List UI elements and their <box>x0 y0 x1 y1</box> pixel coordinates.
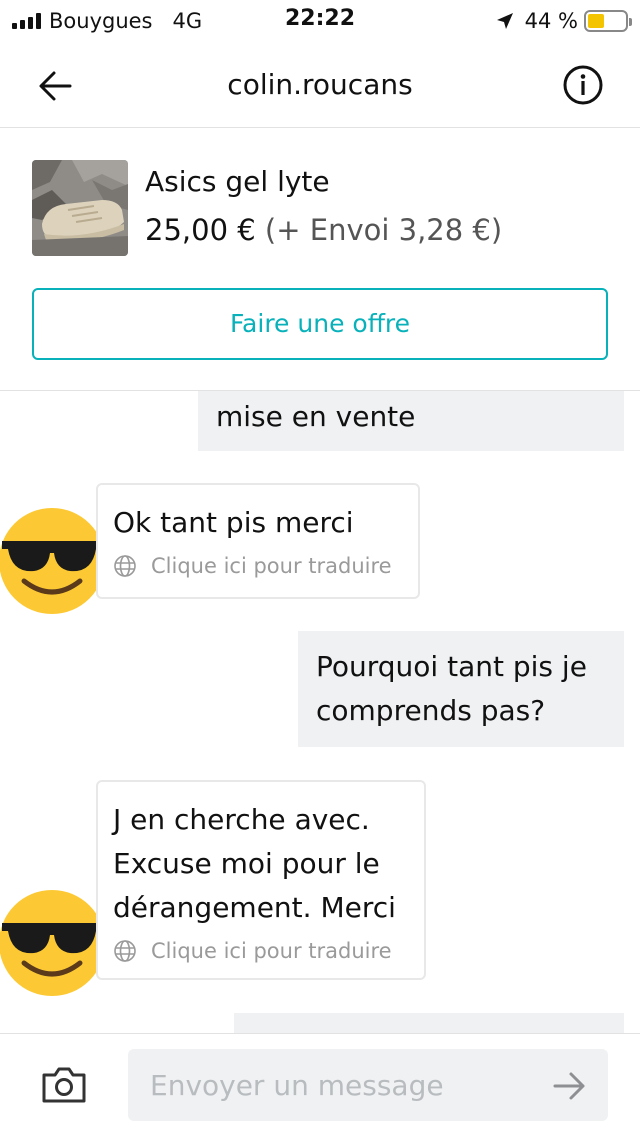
message-sent[interactable]: mise en vente <box>198 391 624 451</box>
make-offer-button[interactable]: Faire une offre <box>32 288 608 360</box>
message-text: mise en vente <box>216 400 416 433</box>
message-text-line: comprends pas? <box>316 694 546 727</box>
translate-link[interactable]: Clique ici pour traduire <box>113 547 403 585</box>
translate-link[interactable]: Clique ici pour traduire <box>113 932 409 970</box>
message-input[interactable] <box>128 1049 608 1121</box>
status-bar: Bouygues 4G 22:22 44 % <box>0 0 640 42</box>
message-sent[interactable]: Pourquoi tant pis je comprends pas? <box>298 631 624 747</box>
battery-icon <box>584 10 632 32</box>
message-text-line: Excuse moi pour le <box>113 847 380 880</box>
location-arrow-icon <box>496 13 513 29</box>
camera-icon[interactable] <box>40 1065 88 1105</box>
message-received[interactable]: Ok tant pis merci Clique ici pour tradui… <box>96 483 420 599</box>
info-icon[interactable] <box>562 64 604 106</box>
globe-icon <box>114 940 136 962</box>
item-price-line: 25,00 € (+ Envoi 3,28 €) <box>145 210 502 250</box>
message-text-line: Pourquoi tant pis je <box>316 650 587 683</box>
conversation-header: colin.roucans <box>0 42 640 128</box>
message-text-line: J en cherche avec. <box>113 803 370 836</box>
message-sent-partial[interactable] <box>234 1013 624 1033</box>
message-received[interactable]: J en cherche avec. Excuse moi pour le dé… <box>96 780 426 980</box>
battery-percentage: 44 % <box>524 9 578 33</box>
message-text-line: dérangement. Merci <box>113 891 396 924</box>
send-arrow-icon[interactable] <box>552 1070 588 1102</box>
page-title[interactable]: colin.roucans <box>0 66 640 104</box>
item-thumbnail[interactable] <box>32 160 128 256</box>
item-summary[interactable]: Asics gel lyte 25,00 € (+ Envoi 3,28 €) <box>32 160 612 256</box>
message-composer <box>0 1033 640 1136</box>
translate-label: Clique ici pour traduire <box>151 939 392 963</box>
sunglasses-emoji-avatar[interactable] <box>0 507 106 615</box>
message-thread[interactable]: mise en vente Ok tant pis merci Clique i… <box>0 391 640 1033</box>
globe-icon <box>114 555 136 577</box>
battery-level <box>588 14 604 28</box>
message-text: Ok tant pis merci <box>113 506 354 539</box>
item-price: 25,00 € <box>145 213 256 247</box>
sunglasses-emoji-avatar[interactable] <box>0 889 106 997</box>
item-shipping-price: (+ Envoi 3,28 €) <box>264 213 503 247</box>
translate-label: Clique ici pour traduire <box>151 554 392 578</box>
item-title: Asics gel lyte <box>145 165 330 198</box>
